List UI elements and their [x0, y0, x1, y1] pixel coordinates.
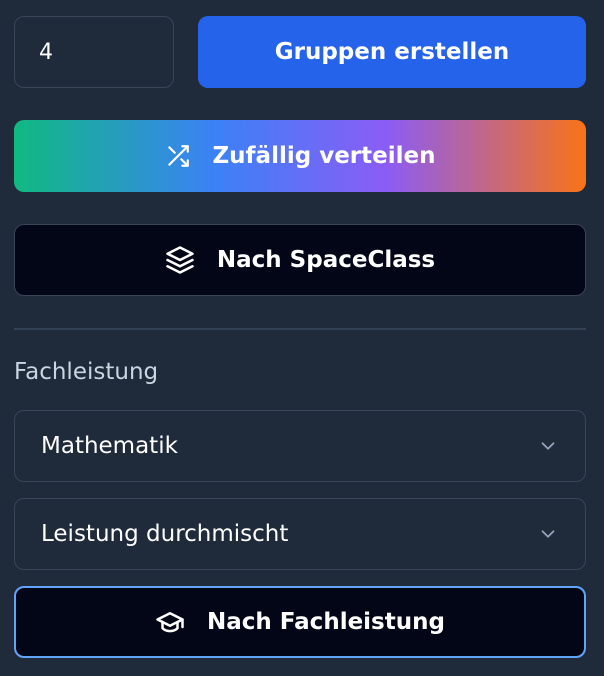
subject-select[interactable]: Mathematik: [14, 410, 586, 482]
layers-icon: [165, 245, 195, 275]
fachleistung-button[interactable]: Nach Fachleistung: [14, 586, 586, 658]
random-distribute-button[interactable]: Zufällig verteilen: [14, 120, 586, 192]
mode-select-value: Leistung durchmischt: [41, 521, 289, 547]
spaceclass-button[interactable]: Nach SpaceClass: [14, 224, 586, 296]
subject-select-value: Mathematik: [41, 433, 178, 459]
section-label-fachleistung: Fachleistung: [14, 359, 159, 385]
section-divider: [14, 328, 586, 330]
fachleistung-label: Nach Fachleistung: [207, 609, 445, 635]
graduation-cap-icon: [155, 607, 185, 637]
chevron-down-icon: [537, 435, 559, 457]
create-groups-label: Gruppen erstellen: [274, 39, 510, 65]
shuffle-icon: [165, 143, 191, 169]
mode-select[interactable]: Leistung durchmischt: [14, 498, 586, 570]
random-distribute-label: Zufällig verteilen: [212, 143, 436, 169]
group-count-input[interactable]: [14, 16, 174, 88]
create-groups-button[interactable]: Gruppen erstellen: [198, 16, 586, 88]
chevron-down-icon: [537, 523, 559, 545]
spaceclass-label: Nach SpaceClass: [216, 247, 436, 273]
